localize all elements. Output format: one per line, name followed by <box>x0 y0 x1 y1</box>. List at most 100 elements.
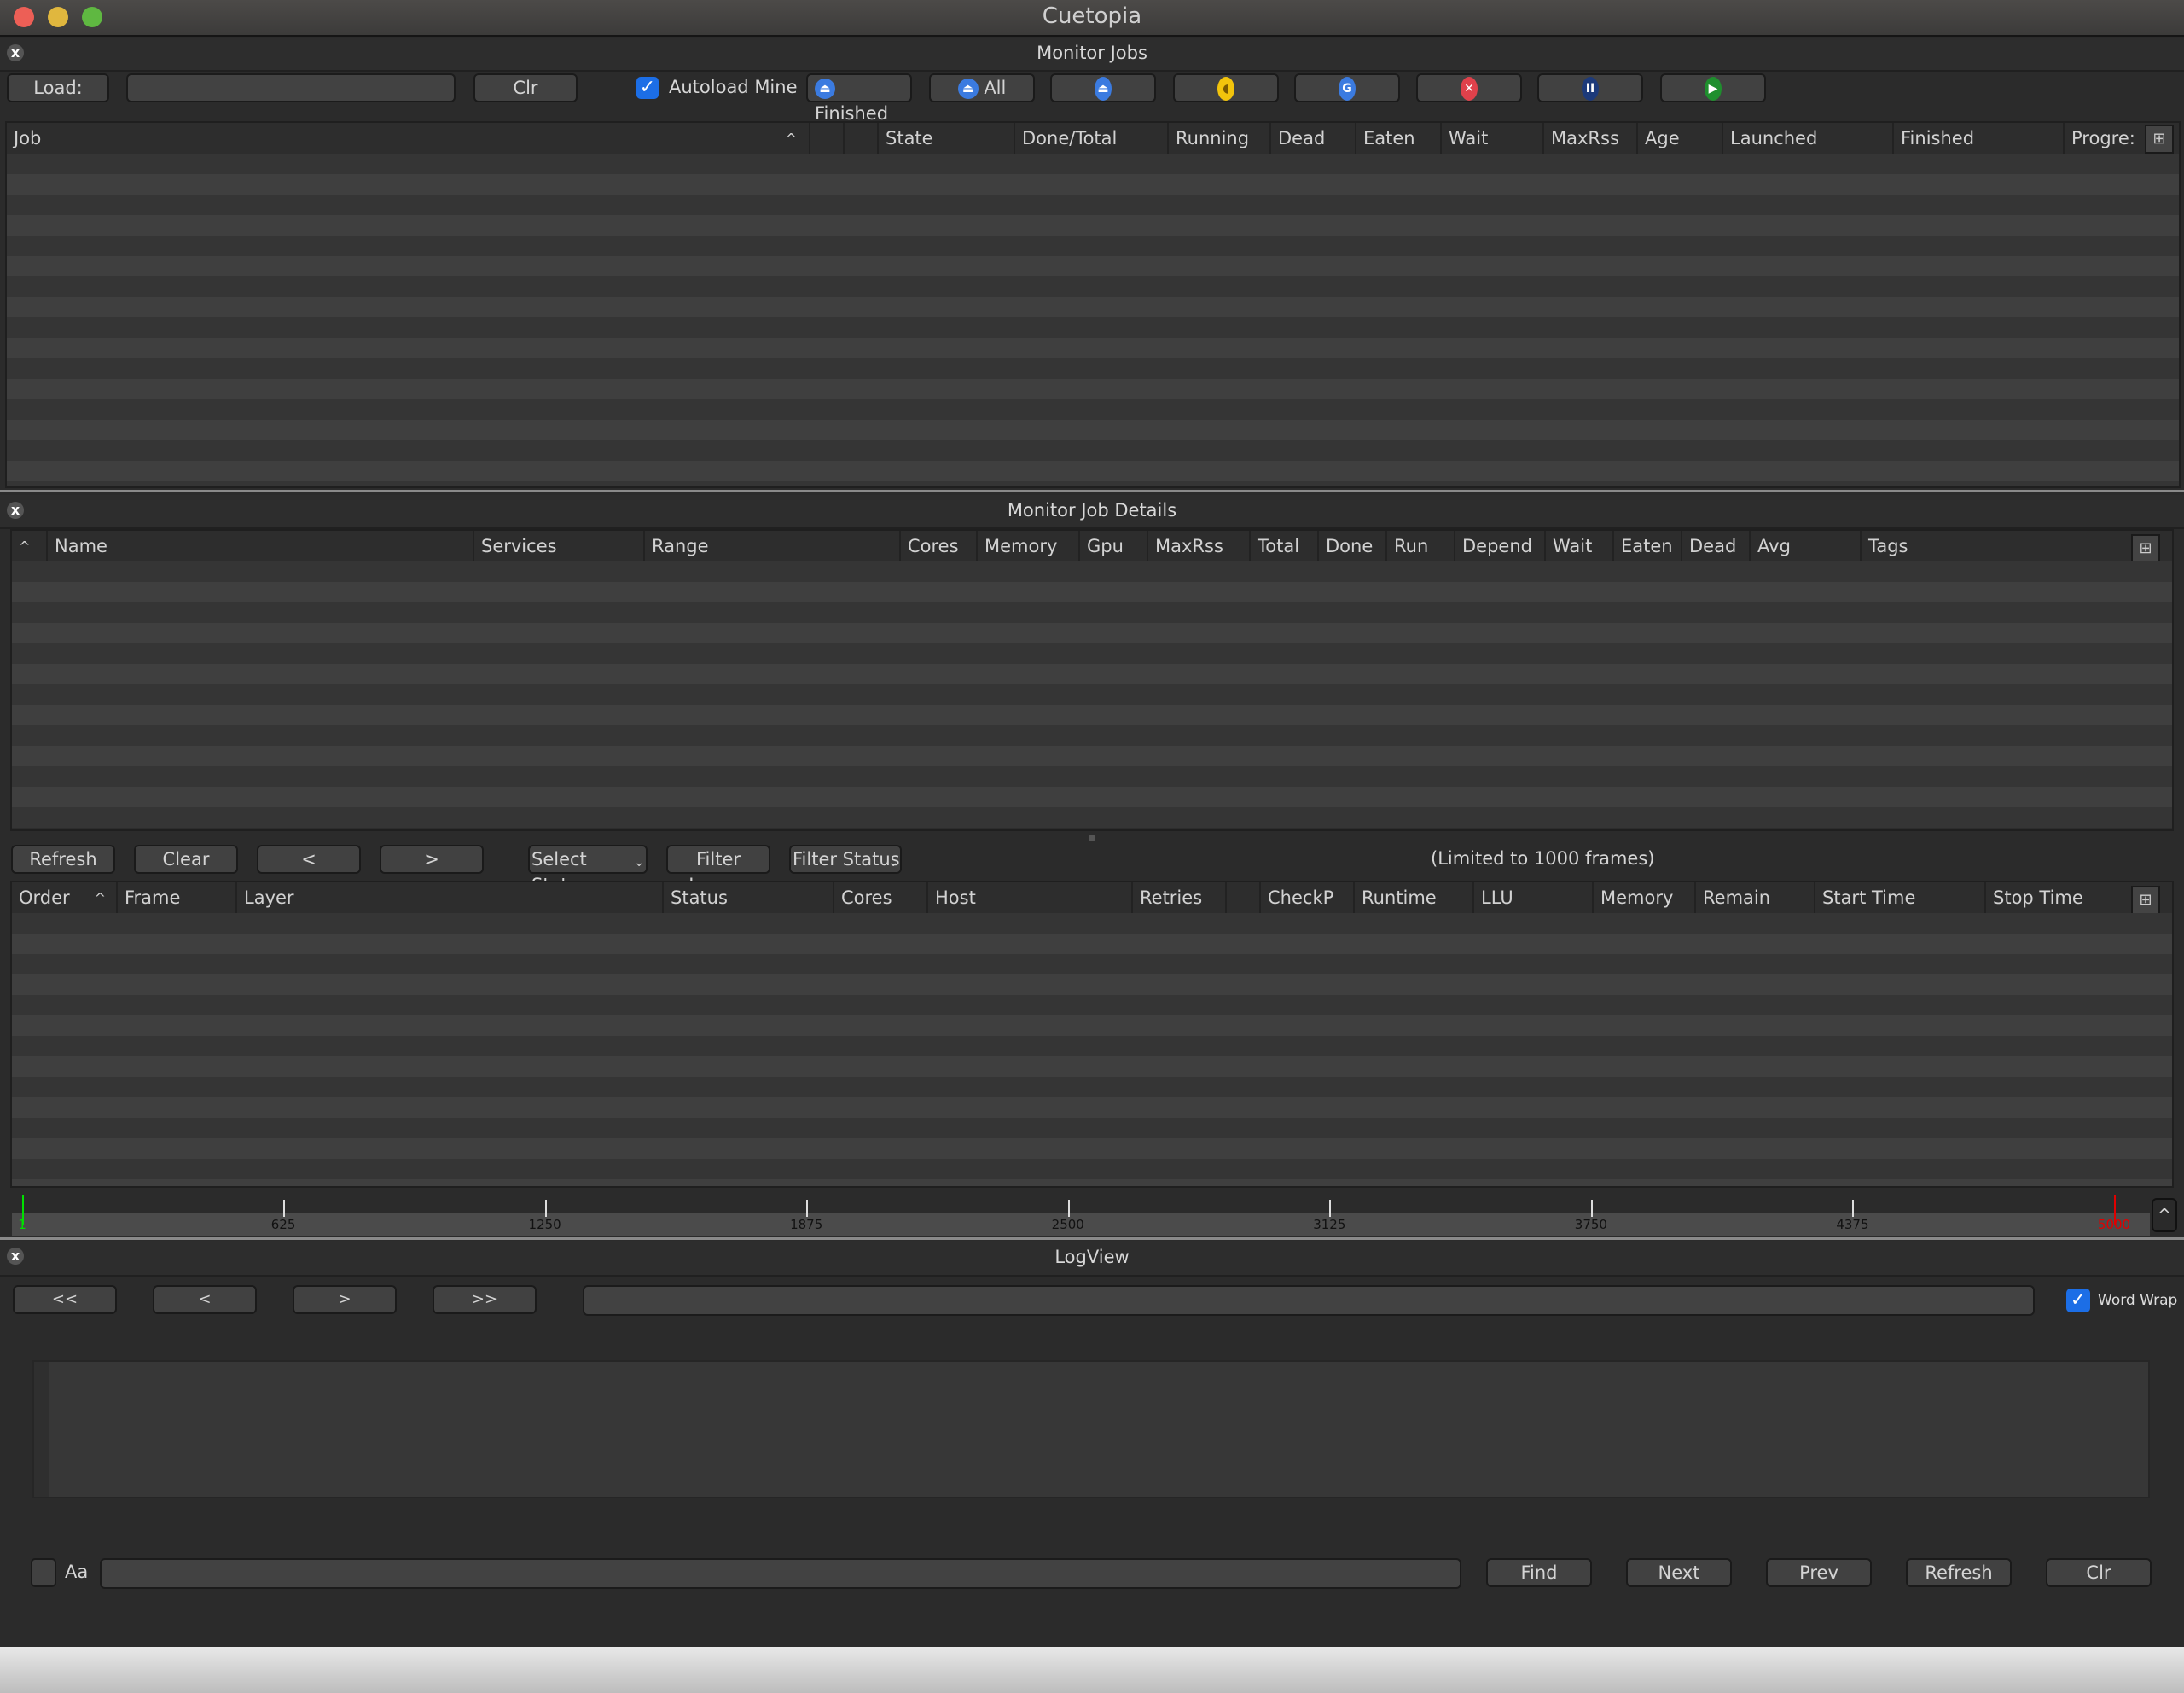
column-chooser-icon[interactable]: ⊞ <box>2131 534 2160 563</box>
finished-button[interactable]: ⏏ Finished <box>806 73 912 124</box>
column-header-running[interactable]: Running <box>1167 123 1269 154</box>
column-header-order[interactable]: Order ^ <box>12 882 116 913</box>
column-header-job[interactable]: Job ^ <box>7 123 809 154</box>
column-header-dead[interactable]: Dead <box>1681 531 1749 561</box>
autoload-mine-checkbox[interactable]: ✓ <box>636 77 659 99</box>
column-header-wait[interactable]: Wait <box>1440 123 1542 154</box>
kill-job-button[interactable]: ✕ <box>1416 73 1522 102</box>
column-header-avg[interactable]: Avg <box>1749 531 1860 561</box>
column-header-eaten[interactable]: Eaten <box>1612 531 1681 561</box>
filter-status-dropdown[interactable]: Filter Status ⌄ <box>789 845 902 874</box>
collapse-timeline-button[interactable]: ^ <box>2152 1198 2177 1232</box>
word-wrap-checkbox[interactable]: ✓ <box>2066 1289 2090 1312</box>
empty-row <box>7 379 2179 399</box>
load-job-input[interactable] <box>126 73 456 102</box>
log-search-input[interactable] <box>100 1558 1461 1589</box>
all-button[interactable]: ⏏ All <box>929 73 1035 102</box>
prev-page-button[interactable]: < <box>257 845 361 874</box>
filter-layers-button[interactable]: Filter Layers <box>666 845 770 895</box>
column-header-retries[interactable]: Retries <box>1131 882 1225 913</box>
load-button[interactable]: Load: <box>7 73 109 102</box>
column-header-finished[interactable]: Finished <box>1892 123 2063 154</box>
find-next-button[interactable]: Next <box>1626 1558 1732 1587</box>
column-header-done[interactable]: Done <box>1317 531 1385 561</box>
column-header-layer[interactable]: Layer <box>235 882 662 913</box>
timeline-tick-label: 3125 <box>1313 1217 1346 1232</box>
eat-frames-button[interactable]: ◖ <box>1173 73 1279 102</box>
last-log-button[interactable]: >> <box>433 1285 537 1314</box>
column-header-cores[interactable]: Cores <box>833 882 926 913</box>
column-header-frame[interactable]: Frame <box>116 882 235 913</box>
column-header-blank[interactable] <box>1225 882 1259 913</box>
column-header-remain[interactable]: Remain <box>1694 882 1814 913</box>
refresh-log-button[interactable]: Refresh <box>1906 1558 2012 1587</box>
empty-row <box>12 1118 2172 1138</box>
column-header-llu[interactable]: LLU <box>1472 882 1592 913</box>
column-header-range[interactable]: Range <box>643 531 899 561</box>
column-header-gpu[interactable]: Gpu <box>1078 531 1147 561</box>
column-header-checkp[interactable]: CheckP <box>1259 882 1353 913</box>
sort-ascending-icon[interactable]: ^ <box>12 531 46 561</box>
splitter-handle[interactable] <box>0 490 2184 492</box>
clr-button[interactable]: Clr <box>473 73 578 102</box>
clear-log-button[interactable]: Clr <box>2046 1558 2152 1587</box>
next-page-button[interactable]: > <box>380 845 484 874</box>
frame-range-timeline[interactable]: 1 625 1250 1875 2500 3125 3750 4375 5000 <box>12 1193 2150 1236</box>
pause-job-button[interactable]: II <box>1537 73 1643 102</box>
column-header-progress[interactable]: Progre: <box>2063 123 2145 154</box>
column-chooser-icon[interactable]: ⊞ <box>2131 886 2160 915</box>
empty-row <box>7 440 2179 461</box>
case-sensitive-checkbox[interactable] <box>31 1558 56 1587</box>
column-header-start-time[interactable]: Start Time <box>1814 882 1984 913</box>
column-header-stop-time[interactable]: Stop Time <box>1984 882 2129 913</box>
find-button[interactable]: Find <box>1486 1558 1592 1587</box>
column-header-dead[interactable]: Dead <box>1269 123 1355 154</box>
jobs-table-header: Job ^ State Done/Total Running Dead Eate… <box>7 123 2179 154</box>
timeline-tick-label: 1 <box>18 1217 26 1232</box>
column-header-name[interactable]: Name <box>46 531 473 561</box>
prev-log-button[interactable]: < <box>153 1285 257 1314</box>
column-header-blank-1[interactable] <box>809 123 843 154</box>
column-header-services[interactable]: Services <box>473 531 643 561</box>
column-header-maxrss[interactable]: MaxRss <box>1147 531 1249 561</box>
column-header-depend[interactable]: Depend <box>1454 531 1544 561</box>
retry-frames-button[interactable]: G <box>1294 73 1400 102</box>
unpause-job-button[interactable]: ▶ <box>1660 73 1766 102</box>
column-header-age[interactable]: Age <box>1636 123 1722 154</box>
column-header-state[interactable]: State <box>877 123 1014 154</box>
column-header-memory[interactable]: Memory <box>1592 882 1694 913</box>
column-header-done-total[interactable]: Done/Total <box>1014 123 1167 154</box>
splitter-handle[interactable] <box>0 1237 2184 1240</box>
log-path-input[interactable] <box>583 1285 2035 1316</box>
column-header-host[interactable]: Host <box>926 882 1131 913</box>
column-header-eaten[interactable]: Eaten <box>1355 123 1440 154</box>
find-prev-button[interactable]: Prev <box>1766 1558 1872 1587</box>
column-header-wait[interactable]: Wait <box>1544 531 1612 561</box>
empty-row <box>7 215 2179 236</box>
first-log-button[interactable]: << <box>13 1285 117 1314</box>
column-header-runtime[interactable]: Runtime <box>1353 882 1472 913</box>
select-status-dropdown[interactable]: Select Status ⌄ <box>528 845 648 895</box>
column-header-run[interactable]: Run <box>1385 531 1454 561</box>
next-log-button[interactable]: > <box>293 1285 397 1314</box>
empty-row <box>12 1077 2172 1097</box>
column-header-launched[interactable]: Launched <box>1722 123 1892 154</box>
empty-row <box>12 974 2172 995</box>
column-header-cores[interactable]: Cores <box>899 531 976 561</box>
column-header-memory[interactable]: Memory <box>976 531 1078 561</box>
eat-dead-frames-button[interactable]: ⏏ <box>1050 73 1156 102</box>
column-header-status[interactable]: Status <box>662 882 833 913</box>
empty-row <box>12 766 2172 787</box>
play-icon: ▶ <box>1705 77 1722 101</box>
layers-table-header: ^ Name Services Range Cores Memory Gpu M… <box>12 531 2172 561</box>
column-header-blank-2[interactable] <box>843 123 877 154</box>
jobs-table: Job ^ State Done/Total Running Dead Eate… <box>5 121 2181 488</box>
column-chooser-icon[interactable]: ⊞ <box>2145 125 2174 154</box>
column-header-maxrss[interactable]: MaxRss <box>1542 123 1636 154</box>
refresh-frames-button[interactable]: Refresh <box>11 845 115 874</box>
splitter-handle[interactable] <box>1089 835 1095 841</box>
column-header-total[interactable]: Total <box>1249 531 1317 561</box>
clear-frames-button[interactable]: Clear <box>134 845 238 874</box>
column-header-tags[interactable]: Tags <box>1860 531 2116 561</box>
log-text-area[interactable] <box>32 1360 2150 1498</box>
